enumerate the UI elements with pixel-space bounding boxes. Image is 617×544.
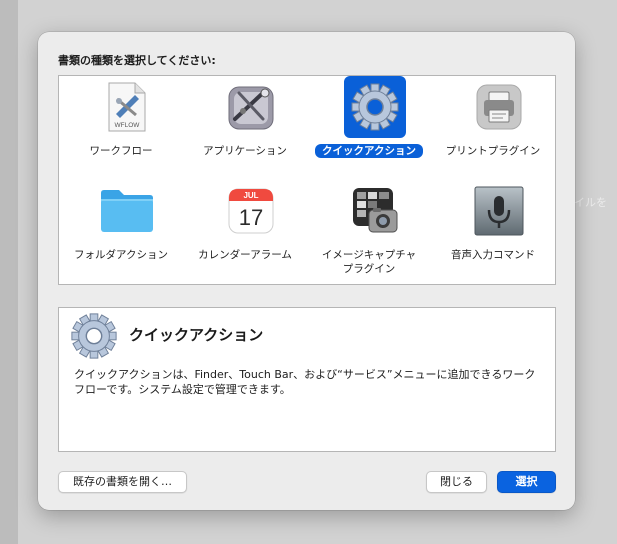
type-quick-action[interactable]: クイックアクション (307, 76, 431, 176)
choose-button[interactable]: 選択 (497, 471, 556, 493)
gear-icon (69, 311, 119, 361)
open-existing-document-button[interactable]: 既存の書類を開く… (58, 471, 187, 493)
type-application-label: アプリケーション (203, 145, 287, 157)
description-body: クイックアクションは、Finder、Touch Bar、および“サービス”メニュ… (74, 368, 536, 396)
folder-icon (96, 180, 158, 242)
type-image-capture-plugin[interactable]: イメージキャプチャ プラグイン (307, 180, 431, 280)
workflow-document-icon: WFLOW (96, 76, 158, 138)
application-robot-icon (220, 76, 282, 138)
backdrop-partial-text: イルを (574, 196, 607, 209)
type-calendar-alarm[interactable]: JUL 17 カレンダーアラーム (183, 180, 307, 280)
type-quick-action-label: クイックアクション (315, 144, 423, 158)
microphone-icon (468, 180, 530, 242)
calendar-icon: JUL 17 (220, 180, 282, 242)
type-print-plugin-label: プリントプラグイン (445, 145, 541, 157)
gear-icon (344, 76, 406, 138)
type-application[interactable]: アプリケーション (183, 76, 307, 176)
type-image-capture-plugin-label: イメージキャプチャ プラグイン (321, 249, 417, 275)
type-dictation-command-label: 音声入力コマンド (451, 249, 535, 261)
type-dictation-command[interactable]: 音声入力コマンド (431, 180, 555, 280)
backdrop-sidebar (0, 0, 18, 544)
printer-icon (468, 76, 530, 138)
close-button[interactable]: 閉じる (426, 471, 487, 493)
new-document-dialog: 書類の種類を選択してください: WFLOW ワークフロー アプリケーション クイ… (38, 32, 575, 510)
wflow-badge-text: WFLOW (115, 122, 141, 129)
dialog-prompt: 書類の種類を選択してください: (58, 54, 216, 67)
document-type-grid: WFLOW ワークフロー アプリケーション クイックアクション プリントプラグイ… (58, 75, 556, 285)
calendar-month: JUL (243, 191, 258, 200)
type-calendar-alarm-label: カレンダーアラーム (198, 249, 292, 261)
calendar-day: 17 (239, 205, 263, 230)
description-title: クイックアクション (129, 326, 264, 344)
description-panel: クイックアクション クイックアクションは、Finder、Touch Bar、およ… (58, 307, 556, 452)
type-folder-action[interactable]: フォルダアクション (59, 180, 183, 280)
type-folder-action-label: フォルダアクション (74, 249, 168, 261)
image-capture-icon (344, 180, 406, 242)
type-print-plugin[interactable]: プリントプラグイン (431, 76, 555, 176)
type-workflow-label: ワークフロー (89, 145, 153, 157)
type-workflow[interactable]: WFLOW ワークフロー (59, 76, 183, 176)
